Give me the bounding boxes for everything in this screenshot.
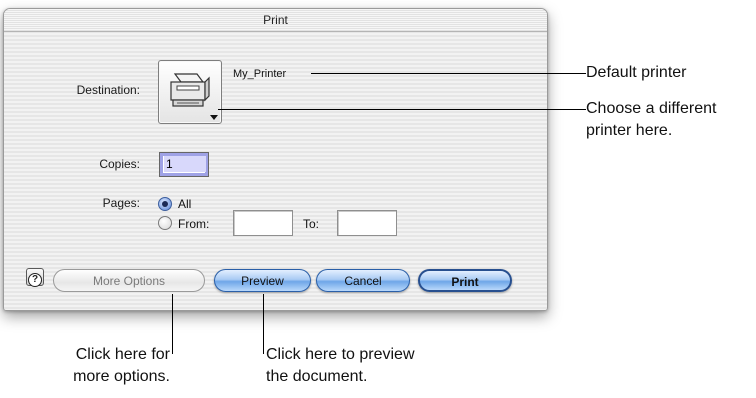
preview-callout-line bbox=[263, 294, 264, 354]
more-options-callout-line bbox=[172, 294, 173, 354]
print-button[interactable]: Print bbox=[418, 269, 512, 292]
choose-printer-callout-line1: Choose a different bbox=[586, 100, 717, 117]
preview-callout-line1: Click here to preview bbox=[266, 346, 415, 363]
copies-input[interactable] bbox=[164, 156, 206, 172]
more-options-button[interactable]: More Options bbox=[53, 269, 205, 292]
choose-printer-callout-line bbox=[218, 109, 586, 110]
printer-select-button[interactable] bbox=[158, 60, 222, 124]
copies-label: Copies: bbox=[99, 157, 140, 171]
destination-label: Destination: bbox=[76, 83, 140, 97]
pages-all-label: All bbox=[178, 197, 192, 211]
printer-icon bbox=[170, 73, 210, 107]
title-bar[interactable]: Print bbox=[4, 9, 547, 32]
pages-to-input[interactable] bbox=[337, 210, 400, 237]
default-printer-callout-line bbox=[311, 73, 586, 74]
help-button[interactable]: ? bbox=[26, 268, 44, 287]
more-options-callout-line1: Click here for bbox=[75, 346, 170, 363]
pages-from-text[interactable] bbox=[234, 211, 296, 237]
pages-to-label: To: bbox=[303, 217, 320, 231]
pages-from-input[interactable] bbox=[233, 210, 296, 237]
pages-from-radio[interactable] bbox=[158, 216, 172, 230]
dialog-title: Print bbox=[263, 13, 288, 27]
pages-from-label: From: bbox=[178, 217, 210, 231]
default-printer-callout: Default printer bbox=[586, 64, 687, 81]
pages-to-text[interactable] bbox=[338, 211, 400, 237]
preview-button[interactable]: Preview bbox=[214, 269, 311, 292]
copies-field[interactable] bbox=[159, 152, 209, 177]
question-mark-icon: ? bbox=[28, 273, 42, 287]
pages-all-radio[interactable] bbox=[158, 197, 172, 211]
more-options-callout-line2: more options. bbox=[73, 368, 170, 385]
preview-callout-line2: the document. bbox=[266, 368, 368, 385]
choose-printer-callout-line2: printer here. bbox=[586, 122, 673, 139]
print-dialog: Print Destination: My_Printer Copies: Pa… bbox=[3, 8, 548, 311]
chevron-down-icon bbox=[210, 115, 218, 120]
cancel-button[interactable]: Cancel bbox=[316, 269, 410, 292]
pages-label: Pages: bbox=[102, 196, 140, 210]
printer-name: My_Printer bbox=[233, 68, 287, 80]
